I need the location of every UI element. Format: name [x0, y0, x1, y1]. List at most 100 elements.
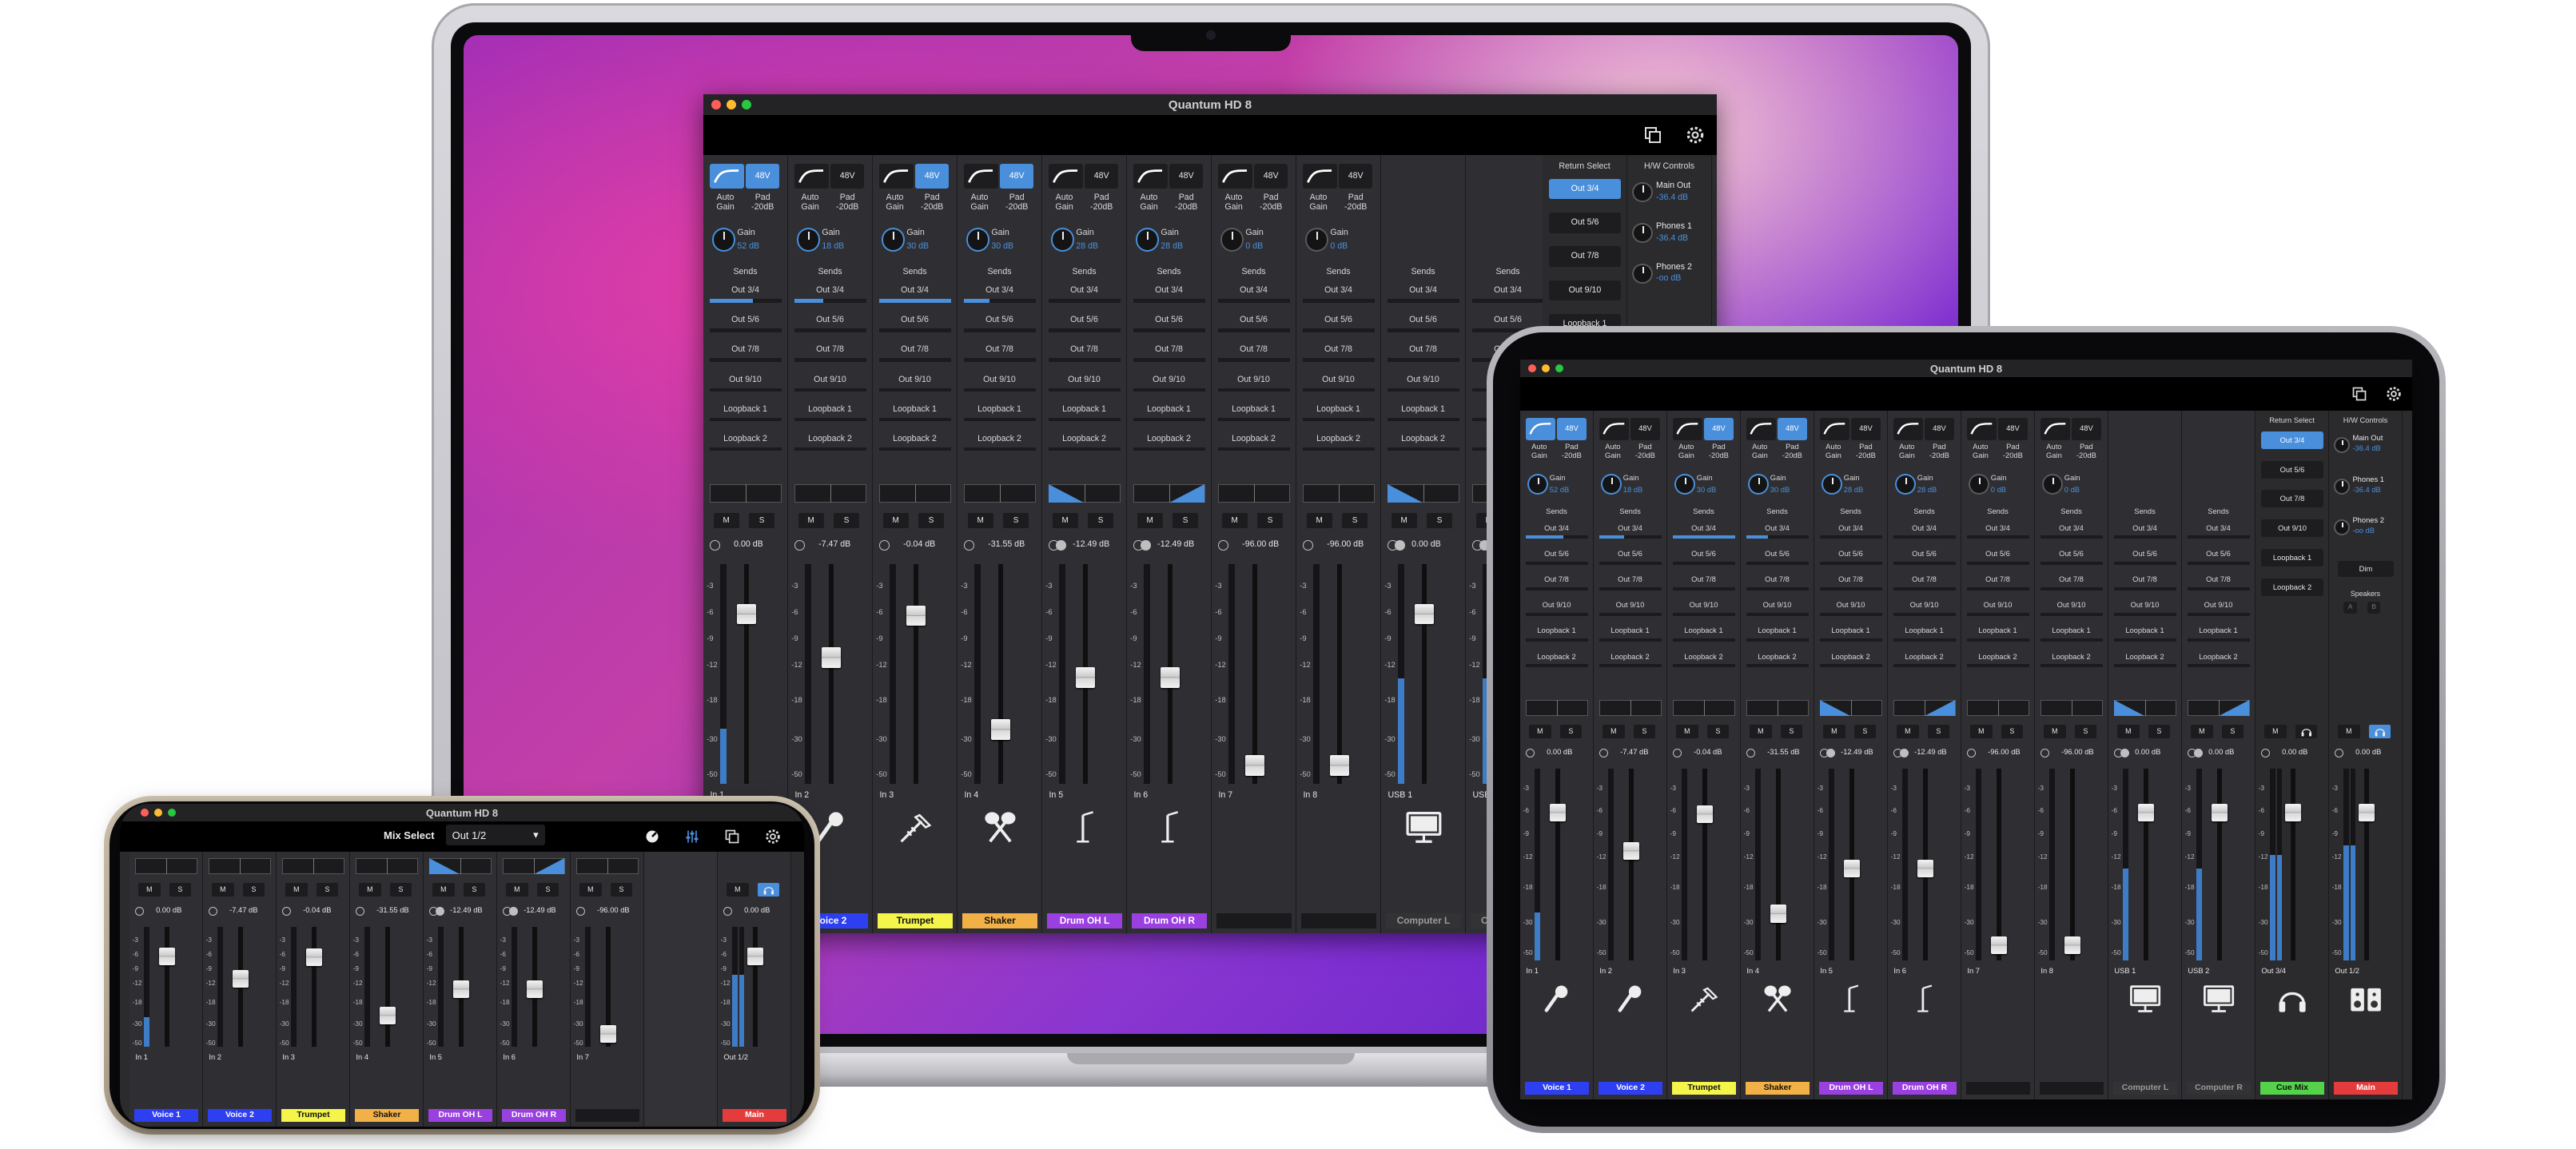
- channel-name-label[interactable]: Main: [2333, 1081, 2399, 1095]
- pan-control[interactable]: [1746, 700, 1809, 717]
- high-pass-filter-icon[interactable]: [1599, 418, 1630, 440]
- send-out-3-4[interactable]: Out 3/4: [703, 285, 787, 295]
- pan-control[interactable]: [1388, 484, 1459, 503]
- pad-button[interactable]: Pad -20dB: [914, 193, 951, 212]
- send-level-bar[interactable]: [879, 299, 951, 303]
- send-level-bar[interactable]: [964, 447, 1036, 451]
- zoom-button[interactable]: [168, 809, 176, 817]
- settings-gear-icon[interactable]: [764, 828, 782, 845]
- send-level-bar[interactable]: [1820, 613, 1882, 617]
- send-out-3-4[interactable]: Out 3/4: [1520, 524, 1593, 532]
- link-toggle-icon[interactable]: [2261, 748, 2271, 757]
- auto-gain-label[interactable]: Auto Gain: [1818, 443, 1849, 459]
- link-toggle-icon[interactable]: [1967, 748, 1977, 757]
- send-level-bar[interactable]: [1133, 299, 1205, 303]
- send-loopback-2[interactable]: Loopback 2: [1042, 434, 1126, 443]
- send-out-3-4[interactable]: Out 3/4: [1814, 524, 1887, 532]
- high-pass-filter-icon[interactable]: [1049, 163, 1083, 189]
- fader-track[interactable]: [2364, 769, 2369, 961]
- send-level-bar[interactable]: [1673, 613, 1735, 617]
- phantom-48v-button[interactable]: 48V: [1704, 418, 1734, 440]
- channel-name-label[interactable]: [2039, 1081, 2104, 1095]
- solo-button[interactable]: S: [1342, 513, 1368, 529]
- send-out-3-4[interactable]: Out 3/4: [1594, 524, 1666, 532]
- send-level-bar[interactable]: [2114, 561, 2176, 565]
- pad-button[interactable]: Pad -20dB: [829, 193, 866, 212]
- auto-gain-label[interactable]: Auto Gain: [961, 193, 998, 212]
- send-level-bar[interactable]: [710, 328, 782, 332]
- gain-knob[interactable]: [1822, 474, 1842, 495]
- send-level-bar[interactable]: [1526, 613, 1588, 617]
- send-out-7-8[interactable]: Out 7/8: [1042, 344, 1126, 354]
- send-level-bar[interactable]: [794, 388, 866, 392]
- pad-button[interactable]: Pad -20dB: [1702, 443, 1734, 459]
- send-out-5-6[interactable]: Out 5/6: [1381, 315, 1465, 324]
- pan-control[interactable]: [2188, 700, 2250, 717]
- mute-button[interactable]: M: [432, 883, 455, 897]
- send-level-bar[interactable]: [1526, 586, 1588, 590]
- send-level-bar[interactable]: [794, 447, 866, 451]
- high-pass-filter-icon[interactable]: [1526, 418, 1556, 440]
- phantom-48v-button[interactable]: 48V: [1000, 163, 1034, 189]
- fader-track[interactable]: [743, 563, 750, 784]
- pan-control[interactable]: [1049, 484, 1121, 503]
- send-loopback-1[interactable]: Loopback 1: [788, 404, 872, 414]
- pan-control[interactable]: [1526, 700, 1588, 717]
- send-level-bar[interactable]: [1967, 561, 2029, 565]
- send-level-bar[interactable]: [1673, 535, 1735, 539]
- gain-knob[interactable]: [1135, 228, 1160, 252]
- phantom-48v-button[interactable]: 48V: [1630, 418, 1660, 440]
- solo-button[interactable]: S: [536, 883, 559, 897]
- fader-track[interactable]: [1555, 769, 1560, 961]
- send-out-5-6[interactable]: Out 5/6: [1296, 315, 1380, 324]
- auto-gain-label[interactable]: Auto Gain: [1891, 443, 1923, 459]
- send-out-7-8[interactable]: Out 7/8: [1594, 575, 1666, 583]
- phantom-48v-button[interactable]: 48V: [1778, 418, 1807, 440]
- send-out-3-4[interactable]: Out 3/4: [1042, 285, 1126, 295]
- pan-control[interactable]: [1218, 484, 1290, 503]
- send-loopback-1[interactable]: Loopback 1: [1594, 626, 1666, 634]
- send-out-9-10[interactable]: Out 9/10: [1741, 601, 1814, 609]
- mute-button[interactable]: M: [967, 513, 993, 529]
- send-loopback-2[interactable]: Loopback 2: [788, 434, 872, 443]
- send-level-bar[interactable]: [1820, 586, 1882, 590]
- phantom-48v-button[interactable]: 48V: [1085, 163, 1119, 189]
- send-out-5-6[interactable]: Out 5/6: [1042, 315, 1126, 324]
- gain-knob[interactable]: [796, 228, 821, 252]
- send-level-bar[interactable]: [1746, 586, 1809, 590]
- send-loopback-1[interactable]: Loopback 1: [873, 404, 957, 414]
- send-level-bar[interactable]: [1049, 447, 1121, 451]
- send-loopback-1[interactable]: Loopback 1: [1667, 626, 1740, 634]
- channel-name-label[interactable]: Computer L: [1386, 912, 1461, 928]
- send-loopback-1[interactable]: Loopback 1: [1888, 626, 1961, 634]
- high-pass-filter-icon[interactable]: [2040, 418, 2071, 440]
- channel-name-label[interactable]: Trumpet: [281, 1108, 346, 1123]
- channel-name-label[interactable]: Trumpet: [1671, 1081, 1737, 1095]
- pan-control[interactable]: [964, 484, 1036, 503]
- solo-button[interactable]: S: [749, 513, 775, 529]
- link-toggle-icon[interactable]: [1825, 748, 1835, 757]
- send-out-3-4[interactable]: Out 3/4: [1212, 285, 1296, 295]
- solo-button[interactable]: S: [389, 883, 412, 897]
- pad-button[interactable]: Pad -20dB: [1555, 443, 1587, 459]
- channel-name-label[interactable]: Voice 1: [1524, 1081, 1590, 1095]
- pan-control[interactable]: [1673, 700, 1735, 717]
- pan-control[interactable]: [794, 484, 866, 503]
- fader-handle[interactable]: [2358, 804, 2375, 822]
- gain-knob[interactable]: [1304, 228, 1329, 252]
- channel-name-label[interactable]: Drum OH L: [1047, 912, 1122, 928]
- send-out-7-8[interactable]: Out 7/8: [1296, 344, 1380, 354]
- send-out-7-8[interactable]: Out 7/8: [1212, 344, 1296, 354]
- gain-knob[interactable]: [966, 228, 990, 252]
- auto-gain-label[interactable]: Auto Gain: [1965, 443, 1997, 459]
- send-level-bar[interactable]: [964, 417, 1036, 422]
- send-out-3-4[interactable]: Out 3/4: [788, 285, 872, 295]
- send-level-bar[interactable]: [1218, 358, 1290, 363]
- send-out-9-10[interactable]: Out 9/10: [2035, 601, 2108, 609]
- send-level-bar[interactable]: [879, 447, 951, 451]
- send-out-3-4[interactable]: Out 3/4: [1466, 285, 1550, 295]
- send-level-bar[interactable]: [1218, 388, 1290, 392]
- send-out-7-8[interactable]: Out 7/8: [788, 344, 872, 354]
- send-out-7-8[interactable]: Out 7/8: [1127, 344, 1211, 354]
- high-pass-filter-icon[interactable]: [1820, 418, 1850, 440]
